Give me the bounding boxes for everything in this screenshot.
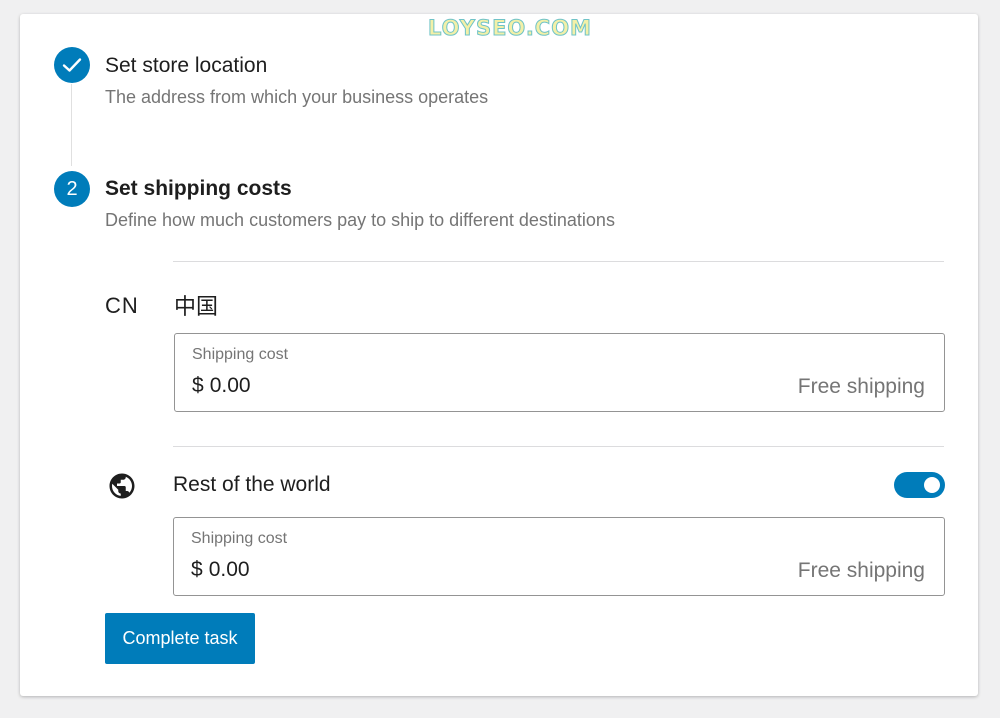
step-connector-line <box>71 84 72 166</box>
watermark: LOYSEO.COM <box>428 16 592 41</box>
rest-of-world-label: Rest of the world <box>173 473 331 496</box>
step-number-marker: 2 <box>54 171 90 207</box>
currency-symbol: $ <box>192 374 204 397</box>
row-shipping-cost-field[interactable]: Shipping cost $0.00 Free shipping <box>173 517 945 596</box>
free-shipping-hint: Free shipping <box>797 559 925 582</box>
zone-country-name: 中国 <box>174 294 219 319</box>
zone-country-code: CN <box>105 293 139 318</box>
toggle-knob <box>924 477 940 493</box>
cn-shipping-cost-field[interactable]: Shipping cost $0.00 Free shipping <box>174 333 945 412</box>
step-complete-marker <box>54 47 90 83</box>
complete-task-button[interactable]: Complete task <box>105 613 255 664</box>
step-description-shipping-costs: Define how much customers pay to ship to… <box>105 210 615 230</box>
shipping-cost-input[interactable]: $0.00 <box>191 558 250 582</box>
zone-divider <box>173 261 944 262</box>
currency-symbol: $ <box>191 558 203 581</box>
shipping-cost-value: 0.00 <box>209 374 251 397</box>
step-title-shipping-costs: Set shipping costs <box>105 177 292 200</box>
step-description-store-location: The address from which your business ope… <box>105 87 489 107</box>
free-shipping-hint: Free shipping <box>797 375 925 398</box>
shipping-cost-label: Shipping cost <box>191 530 288 547</box>
step-title-store-location: Set store location <box>105 54 268 77</box>
shipping-cost-label: Shipping cost <box>192 346 289 363</box>
shipping-cost-value: 0.00 <box>208 558 250 581</box>
zone-divider <box>173 446 944 447</box>
rest-of-world-toggle[interactable] <box>894 472 945 498</box>
shipping-cost-input[interactable]: $0.00 <box>192 374 251 398</box>
checkmark-icon <box>62 58 82 72</box>
globe-icon <box>109 473 135 499</box>
